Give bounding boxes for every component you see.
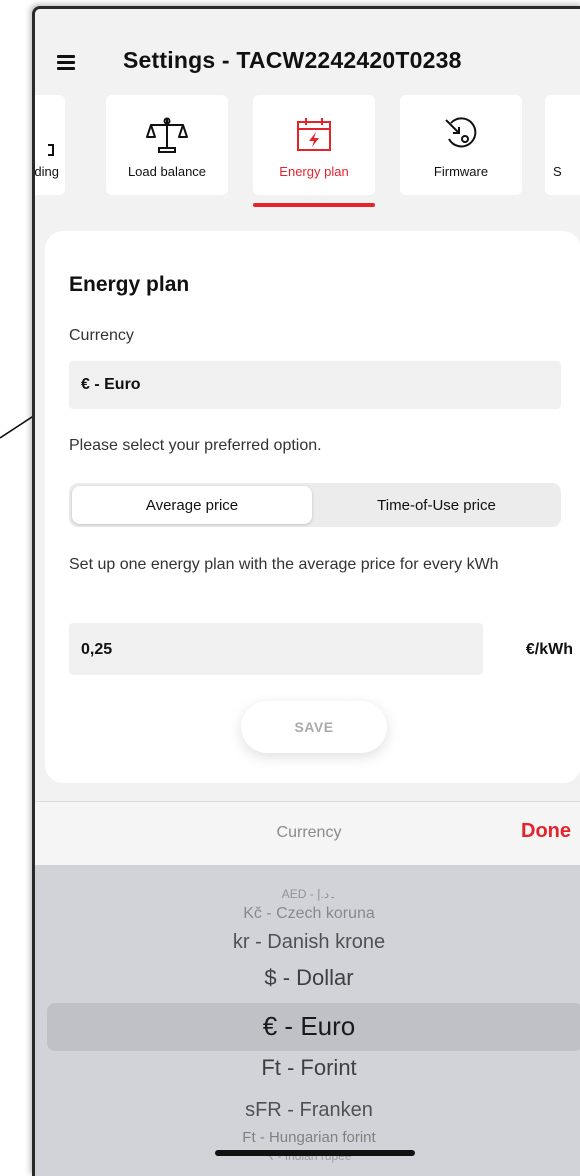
currency-picker[interactable]: AED - ۔د.إ Kč - Czech koruna kr - Danish… bbox=[35, 865, 580, 1176]
tab-firmware[interactable]: Firmware bbox=[400, 95, 522, 195]
picker-item[interactable]: kr - Danish krone bbox=[35, 931, 580, 954]
price-unit: €/kWh bbox=[525, 641, 573, 658]
tab-label: S bbox=[553, 164, 562, 179]
tab-energy-plan[interactable]: Energy plan bbox=[253, 95, 375, 195]
tab-charging[interactable]: ding bbox=[34, 95, 65, 195]
currency-field[interactable]: € - Euro bbox=[69, 361, 561, 409]
hamburger-icon[interactable] bbox=[57, 55, 75, 70]
settings-tabs: ding Load balance Energy plan Firmware S bbox=[35, 95, 580, 209]
firmware-update-icon bbox=[441, 115, 481, 160]
time-of-use-label: Time-of-Use price bbox=[377, 497, 496, 514]
plan-description: Set up one energy plan with the average … bbox=[69, 556, 499, 573]
done-button[interactable]: Done bbox=[521, 820, 571, 843]
price-type-segment: Average price Time-of-Use price bbox=[69, 483, 561, 527]
currency-label: Currency bbox=[69, 327, 134, 344]
tab-label: Firmware bbox=[433, 164, 489, 179]
calendar-lightning-icon bbox=[294, 115, 334, 160]
average-price-option[interactable]: Average price bbox=[72, 486, 312, 524]
picker-item-selected[interactable]: € - Euro bbox=[35, 1011, 580, 1042]
tab-label: ding bbox=[34, 164, 59, 179]
price-value: 0,25 bbox=[81, 641, 113, 658]
page-title: Settings - TACW2242420T0238 bbox=[123, 47, 462, 73]
picker-item[interactable]: $ - Dollar bbox=[35, 965, 580, 991]
average-price-label: Average price bbox=[145, 497, 239, 514]
active-tab-indicator bbox=[253, 203, 375, 207]
option-prompt: Please select your preferred option. bbox=[69, 437, 322, 454]
currency-value: € - Euro bbox=[81, 376, 141, 393]
home-indicator[interactable] bbox=[215, 1150, 415, 1156]
picker-item[interactable]: Kč - Czech koruna bbox=[35, 905, 580, 923]
card-title: Energy plan bbox=[69, 273, 190, 296]
partial-icon bbox=[47, 143, 57, 162]
picker-title: Currency bbox=[276, 824, 342, 841]
time-of-use-option[interactable]: Time-of-Use price bbox=[315, 486, 558, 524]
save-button[interactable]: SAVE bbox=[241, 701, 387, 753]
picker-item[interactable]: sFR - Franken bbox=[35, 1099, 580, 1122]
tab-load-balance[interactable]: Load balance bbox=[106, 95, 228, 195]
tab-more[interactable]: S bbox=[545, 95, 580, 195]
save-label: SAVE bbox=[294, 719, 334, 735]
picker-item[interactable]: Ft - Forint bbox=[35, 1055, 580, 1081]
top-bar: Settings - TACW2242420T0238 bbox=[35, 9, 580, 89]
picker-item[interactable]: AED - ۔د.إ bbox=[35, 887, 580, 901]
tab-label: Load balance bbox=[127, 164, 207, 179]
picker-item[interactable]: Ft - Hungarian forint bbox=[35, 1129, 580, 1146]
picker-toolbar: Currency Done bbox=[35, 801, 580, 866]
energy-plan-card: Energy plan Currency € - Euro Please sel… bbox=[45, 231, 580, 783]
phone-screen: Settings - TACW2242420T0238 ding Load ba… bbox=[32, 6, 580, 1176]
price-input[interactable]: 0,25 bbox=[69, 623, 483, 675]
tab-label: Energy plan bbox=[279, 164, 349, 179]
scales-icon bbox=[145, 115, 189, 160]
